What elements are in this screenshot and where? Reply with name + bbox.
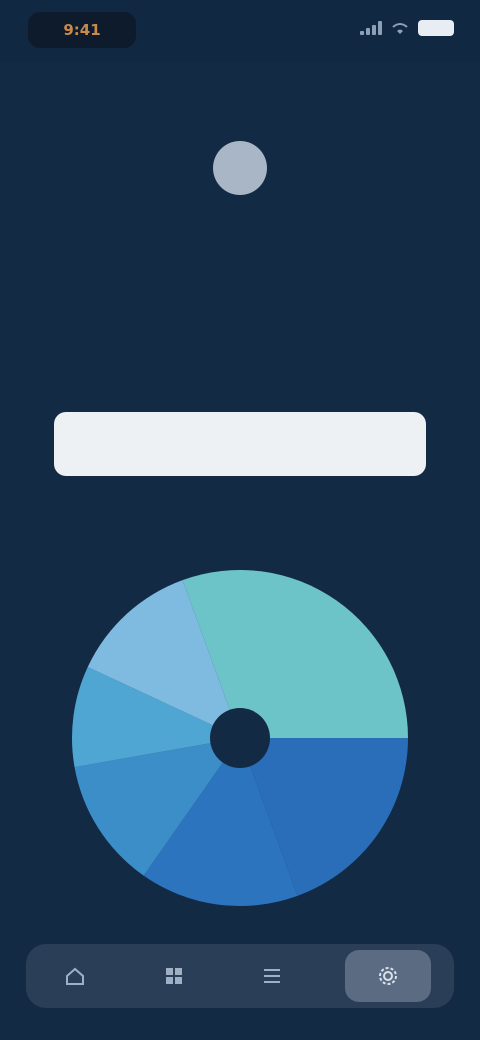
nav-item-3[interactable] xyxy=(246,950,298,1002)
nav-item-1[interactable] xyxy=(49,950,101,1002)
app-screen: 9:41 xyxy=(0,0,480,1040)
battery-icon xyxy=(418,20,454,36)
app-logo xyxy=(196,124,284,212)
logo-icon xyxy=(213,141,267,195)
settings-icon xyxy=(378,967,397,985)
color-wheel[interactable] xyxy=(70,568,410,908)
status-time: 9:41 xyxy=(28,12,136,48)
status-bar: 9:41 xyxy=(0,0,480,62)
wheel-graphic[interactable] xyxy=(70,568,410,908)
signal-icon xyxy=(360,21,382,35)
bottom-nav-bar xyxy=(26,944,454,1008)
nav-item-4[interactable] xyxy=(344,950,431,1002)
list-icon xyxy=(264,969,281,983)
nav-item-2[interactable] xyxy=(148,950,200,1002)
wifi-icon xyxy=(392,23,408,34)
wheel-center-hole xyxy=(210,708,270,768)
status-icons xyxy=(360,20,454,36)
home-icon xyxy=(66,967,85,985)
main-input-field[interactable] xyxy=(54,412,426,476)
grid-icon xyxy=(165,968,182,984)
